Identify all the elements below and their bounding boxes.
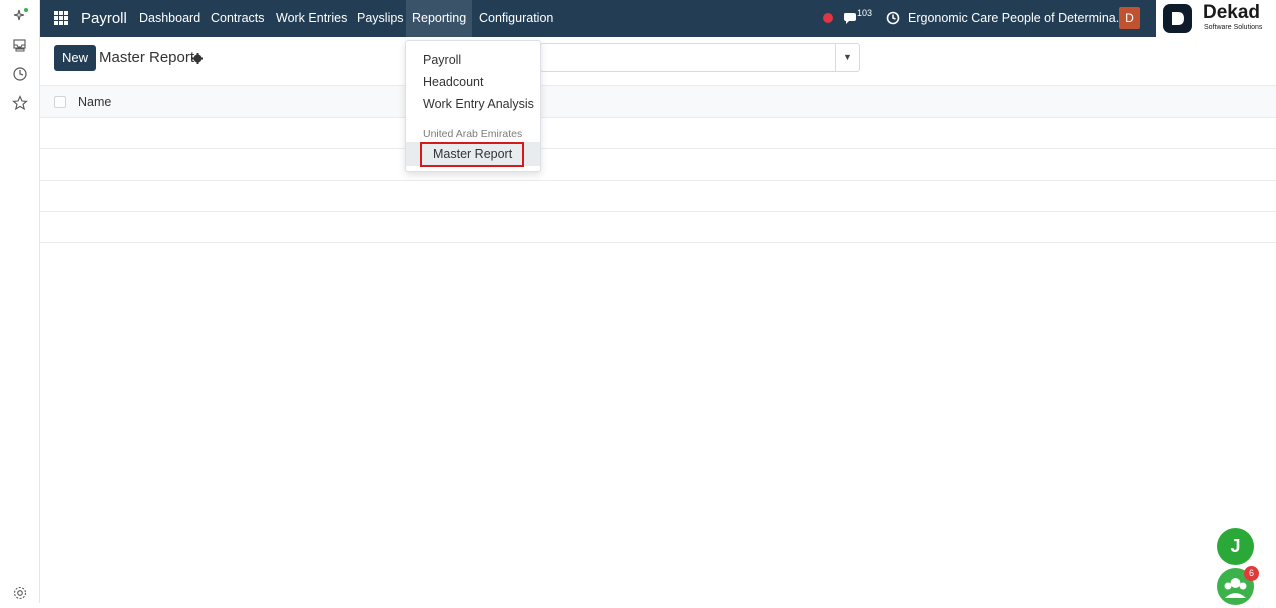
table-row: [40, 118, 1276, 149]
inbox-icon[interactable]: [11, 37, 29, 55]
top-navbar: Payroll Dashboard Contracts Work Entries…: [40, 0, 1156, 37]
dropdown-item-headcount[interactable]: Headcount: [423, 75, 483, 89]
status-dot-icon[interactable]: [823, 13, 833, 23]
app-name[interactable]: Payroll: [81, 0, 127, 37]
apps-grid-icon[interactable]: [54, 11, 68, 28]
activity-clock-icon[interactable]: [886, 11, 900, 28]
select-all-checkbox[interactable]: [54, 96, 66, 108]
dropdown-item-work-entry-analysis[interactable]: Work Entry Analysis: [423, 97, 534, 111]
list-header: Name: [40, 86, 1276, 118]
table-row: [40, 212, 1276, 243]
sparkle-icon[interactable]: [11, 8, 29, 26]
search-input[interactable]: ▼: [540, 43, 860, 72]
breadcrumb: Master Report: [99, 49, 195, 66]
brand-logo-icon: [1163, 4, 1192, 33]
reporting-dropdown: Payroll Headcount Work Entry Analysis Un…: [405, 40, 541, 172]
chat-icon[interactable]: [843, 11, 858, 28]
user-avatar[interactable]: D: [1119, 7, 1140, 29]
menu-dashboard[interactable]: Dashboard: [139, 0, 200, 37]
clock-icon[interactable]: [11, 66, 29, 84]
dropdown-section-uae: United Arab Emirates: [423, 128, 523, 140]
new-button[interactable]: New: [54, 45, 96, 71]
message-count: 103: [857, 8, 873, 18]
gear-icon[interactable]: [192, 52, 203, 67]
control-panel: New Master Report ▼: [40, 37, 1276, 86]
brand-logo: Dekad Software Solutions: [1156, 0, 1276, 37]
user-avatar-j[interactable]: J: [1217, 528, 1254, 565]
menu-payslips[interactable]: Payslips: [357, 0, 404, 37]
column-name-header[interactable]: Name: [78, 95, 111, 109]
menu-contracts[interactable]: Contracts: [211, 0, 265, 37]
table-row: [40, 149, 1276, 181]
settings-gear-icon[interactable]: [11, 585, 29, 603]
brand-name: Dekad: [1203, 2, 1261, 23]
chat-badge: 6: [1244, 566, 1259, 581]
menu-reporting[interactable]: Reporting: [406, 0, 473, 37]
brand-tagline: Software Solutions: [1204, 24, 1263, 31]
star-icon[interactable]: [11, 95, 29, 113]
company-switcher[interactable]: Ergonomic Care People of Determina...: [908, 0, 1126, 37]
dropdown-item-master-report[interactable]: Master Report: [433, 147, 512, 161]
left-rail: [0, 0, 40, 603]
dropdown-item-payroll[interactable]: Payroll: [423, 53, 461, 67]
table-row: [40, 181, 1276, 212]
menu-configuration[interactable]: Configuration: [479, 0, 553, 37]
menu-work-entries[interactable]: Work Entries: [276, 0, 347, 37]
search-options-toggle[interactable]: ▼: [835, 44, 859, 71]
